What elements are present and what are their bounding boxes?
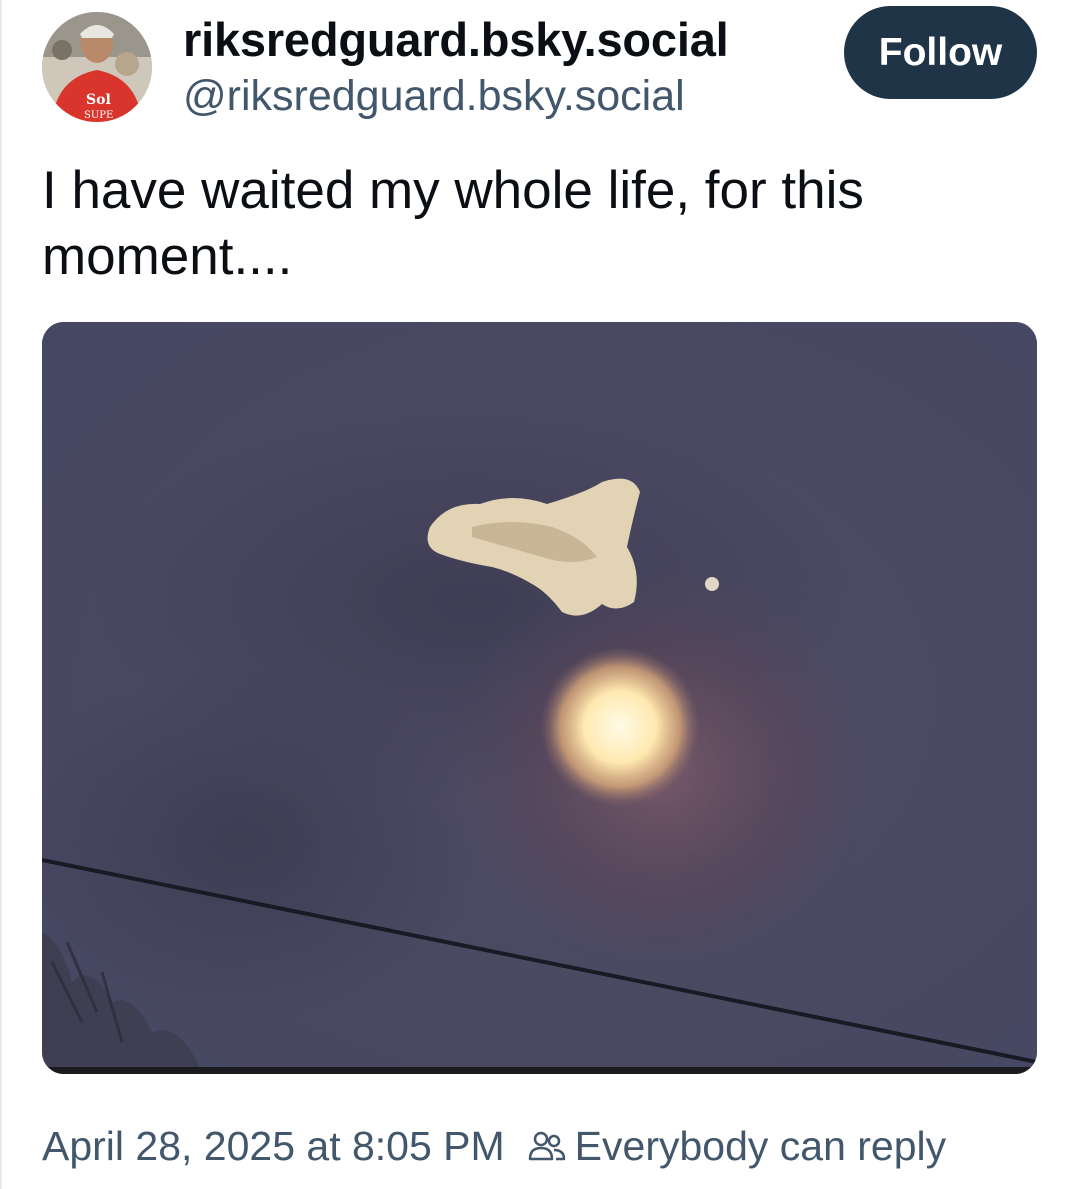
svg-text:Sol: Sol [86, 92, 111, 108]
post-meta: April 28, 2025 at 8:05 PM Everybody can … [42, 1118, 946, 1174]
author-display-name[interactable]: riksredguard.bsky.social [183, 12, 729, 67]
reply-setting[interactable]: Everybody can reply [575, 1123, 946, 1170]
people-icon [527, 1126, 567, 1166]
svg-text:SUPE: SUPE [84, 110, 113, 121]
avatar[interactable]: Sol SUPE [42, 12, 152, 122]
post-image[interactable] [42, 322, 1037, 1074]
follow-button[interactable]: Follow [844, 6, 1037, 99]
author-handle[interactable]: @riksredguard.bsky.social [183, 72, 685, 121]
divider [0, 0, 2, 1189]
avatar-photo-icon: Sol SUPE [42, 12, 152, 122]
moon-cloud-photo-icon [42, 322, 1037, 1074]
post-timestamp[interactable]: April 28, 2025 at 8:05 PM [42, 1123, 505, 1170]
post-text: I have waited my whole life, for this mo… [42, 161, 864, 286]
